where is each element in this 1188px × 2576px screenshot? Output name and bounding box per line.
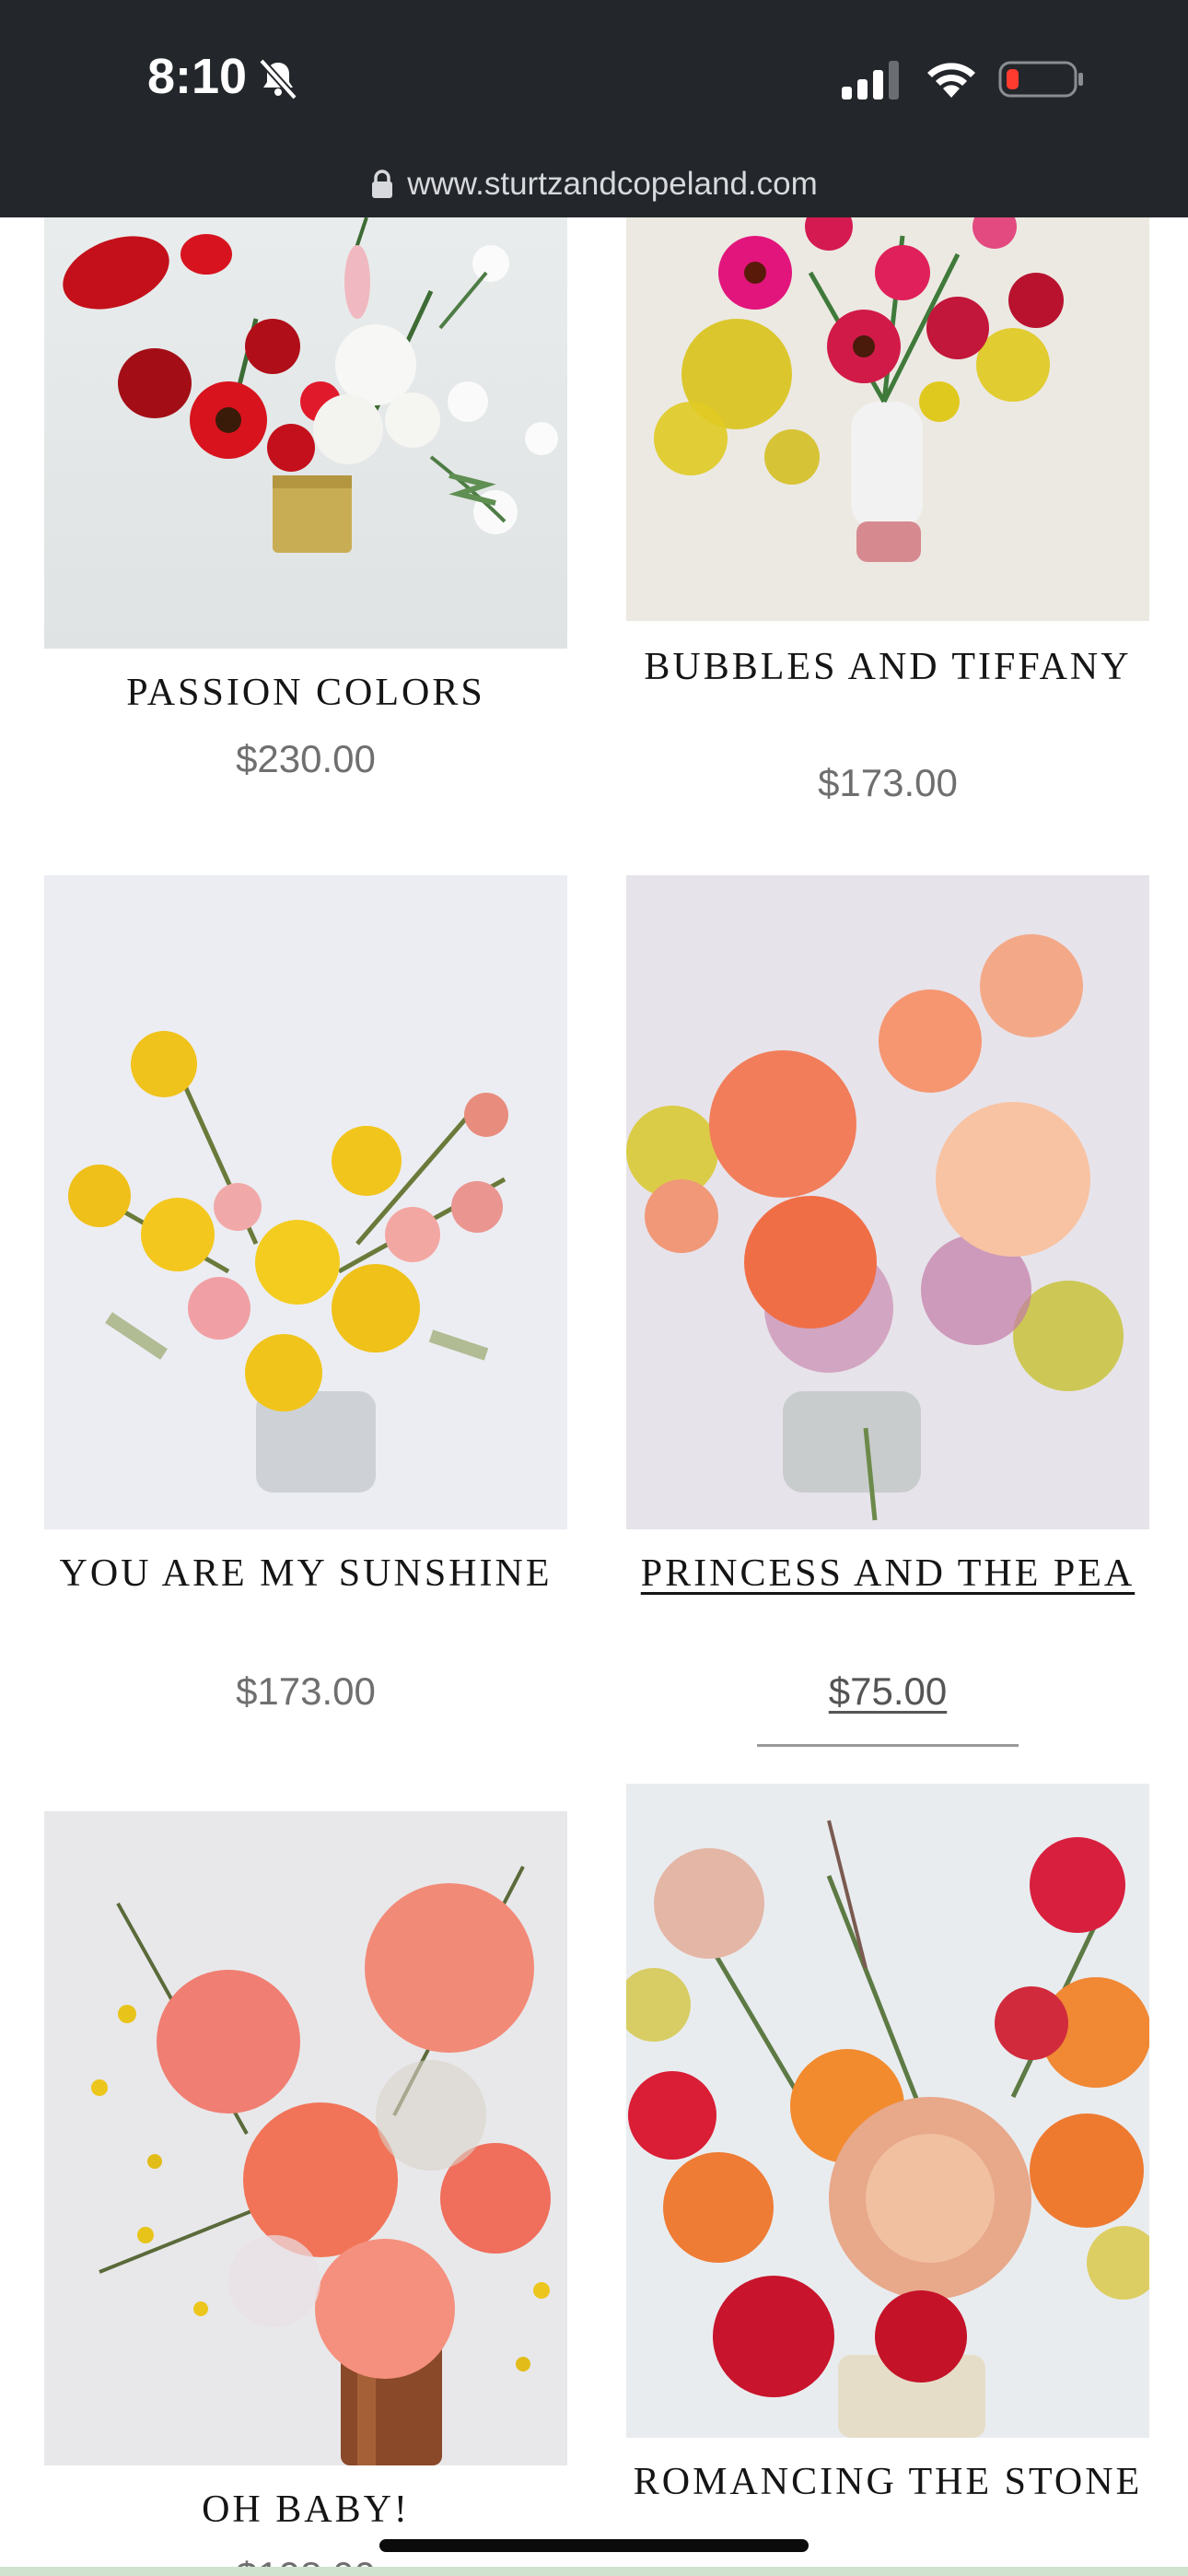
bottom-toolbar-edge <box>0 2567 1188 2576</box>
product-price: $173.00 <box>236 1669 376 1713</box>
browser-top-bar: 8:10 www.sturtzandcopeland.com <box>0 0 1188 217</box>
product-name[interactable]: OH BABY! <box>44 2484 567 2535</box>
battery-low-icon <box>998 61 1083 98</box>
product-name[interactable]: PASSION COLORS <box>44 667 567 719</box>
lock-icon <box>372 170 393 198</box>
product-image[interactable] <box>626 217 1149 621</box>
wifi-icon <box>927 63 975 98</box>
status-time: 8:10 <box>147 49 248 104</box>
product-name[interactable]: BUBBLES AND TIFFANY <box>626 641 1149 693</box>
product-image[interactable] <box>44 1811 567 2465</box>
product-price: $75.00 <box>828 1669 948 1713</box>
product-image[interactable] <box>44 217 567 649</box>
address-bar[interactable]: www.sturtzandcopeland.com <box>0 160 1188 208</box>
product-name[interactable]: ROMANCING THE STONE <box>626 2456 1149 2508</box>
product-image[interactable] <box>44 875 567 1529</box>
product-price: $173.00 <box>818 761 958 804</box>
bell-slash-icon <box>259 58 297 100</box>
cellular-signal-icon <box>842 61 899 100</box>
url-text: www.sturtzandcopeland.com <box>407 166 818 202</box>
hover-underline <box>757 1744 1019 1747</box>
product-name[interactable]: PRINCESS AND THE PEA <box>626 1548 1149 1599</box>
product-price: $230.00 <box>236 737 376 780</box>
product-name[interactable]: YOU ARE MY SUNSHINE <box>44 1548 567 1599</box>
screen: 8:10 www.sturtzandcopeland.com PASSION C… <box>0 0 1188 2576</box>
product-image[interactable] <box>626 875 1149 1529</box>
product-image[interactable] <box>626 1784 1149 2438</box>
home-indicator[interactable] <box>379 2539 809 2552</box>
